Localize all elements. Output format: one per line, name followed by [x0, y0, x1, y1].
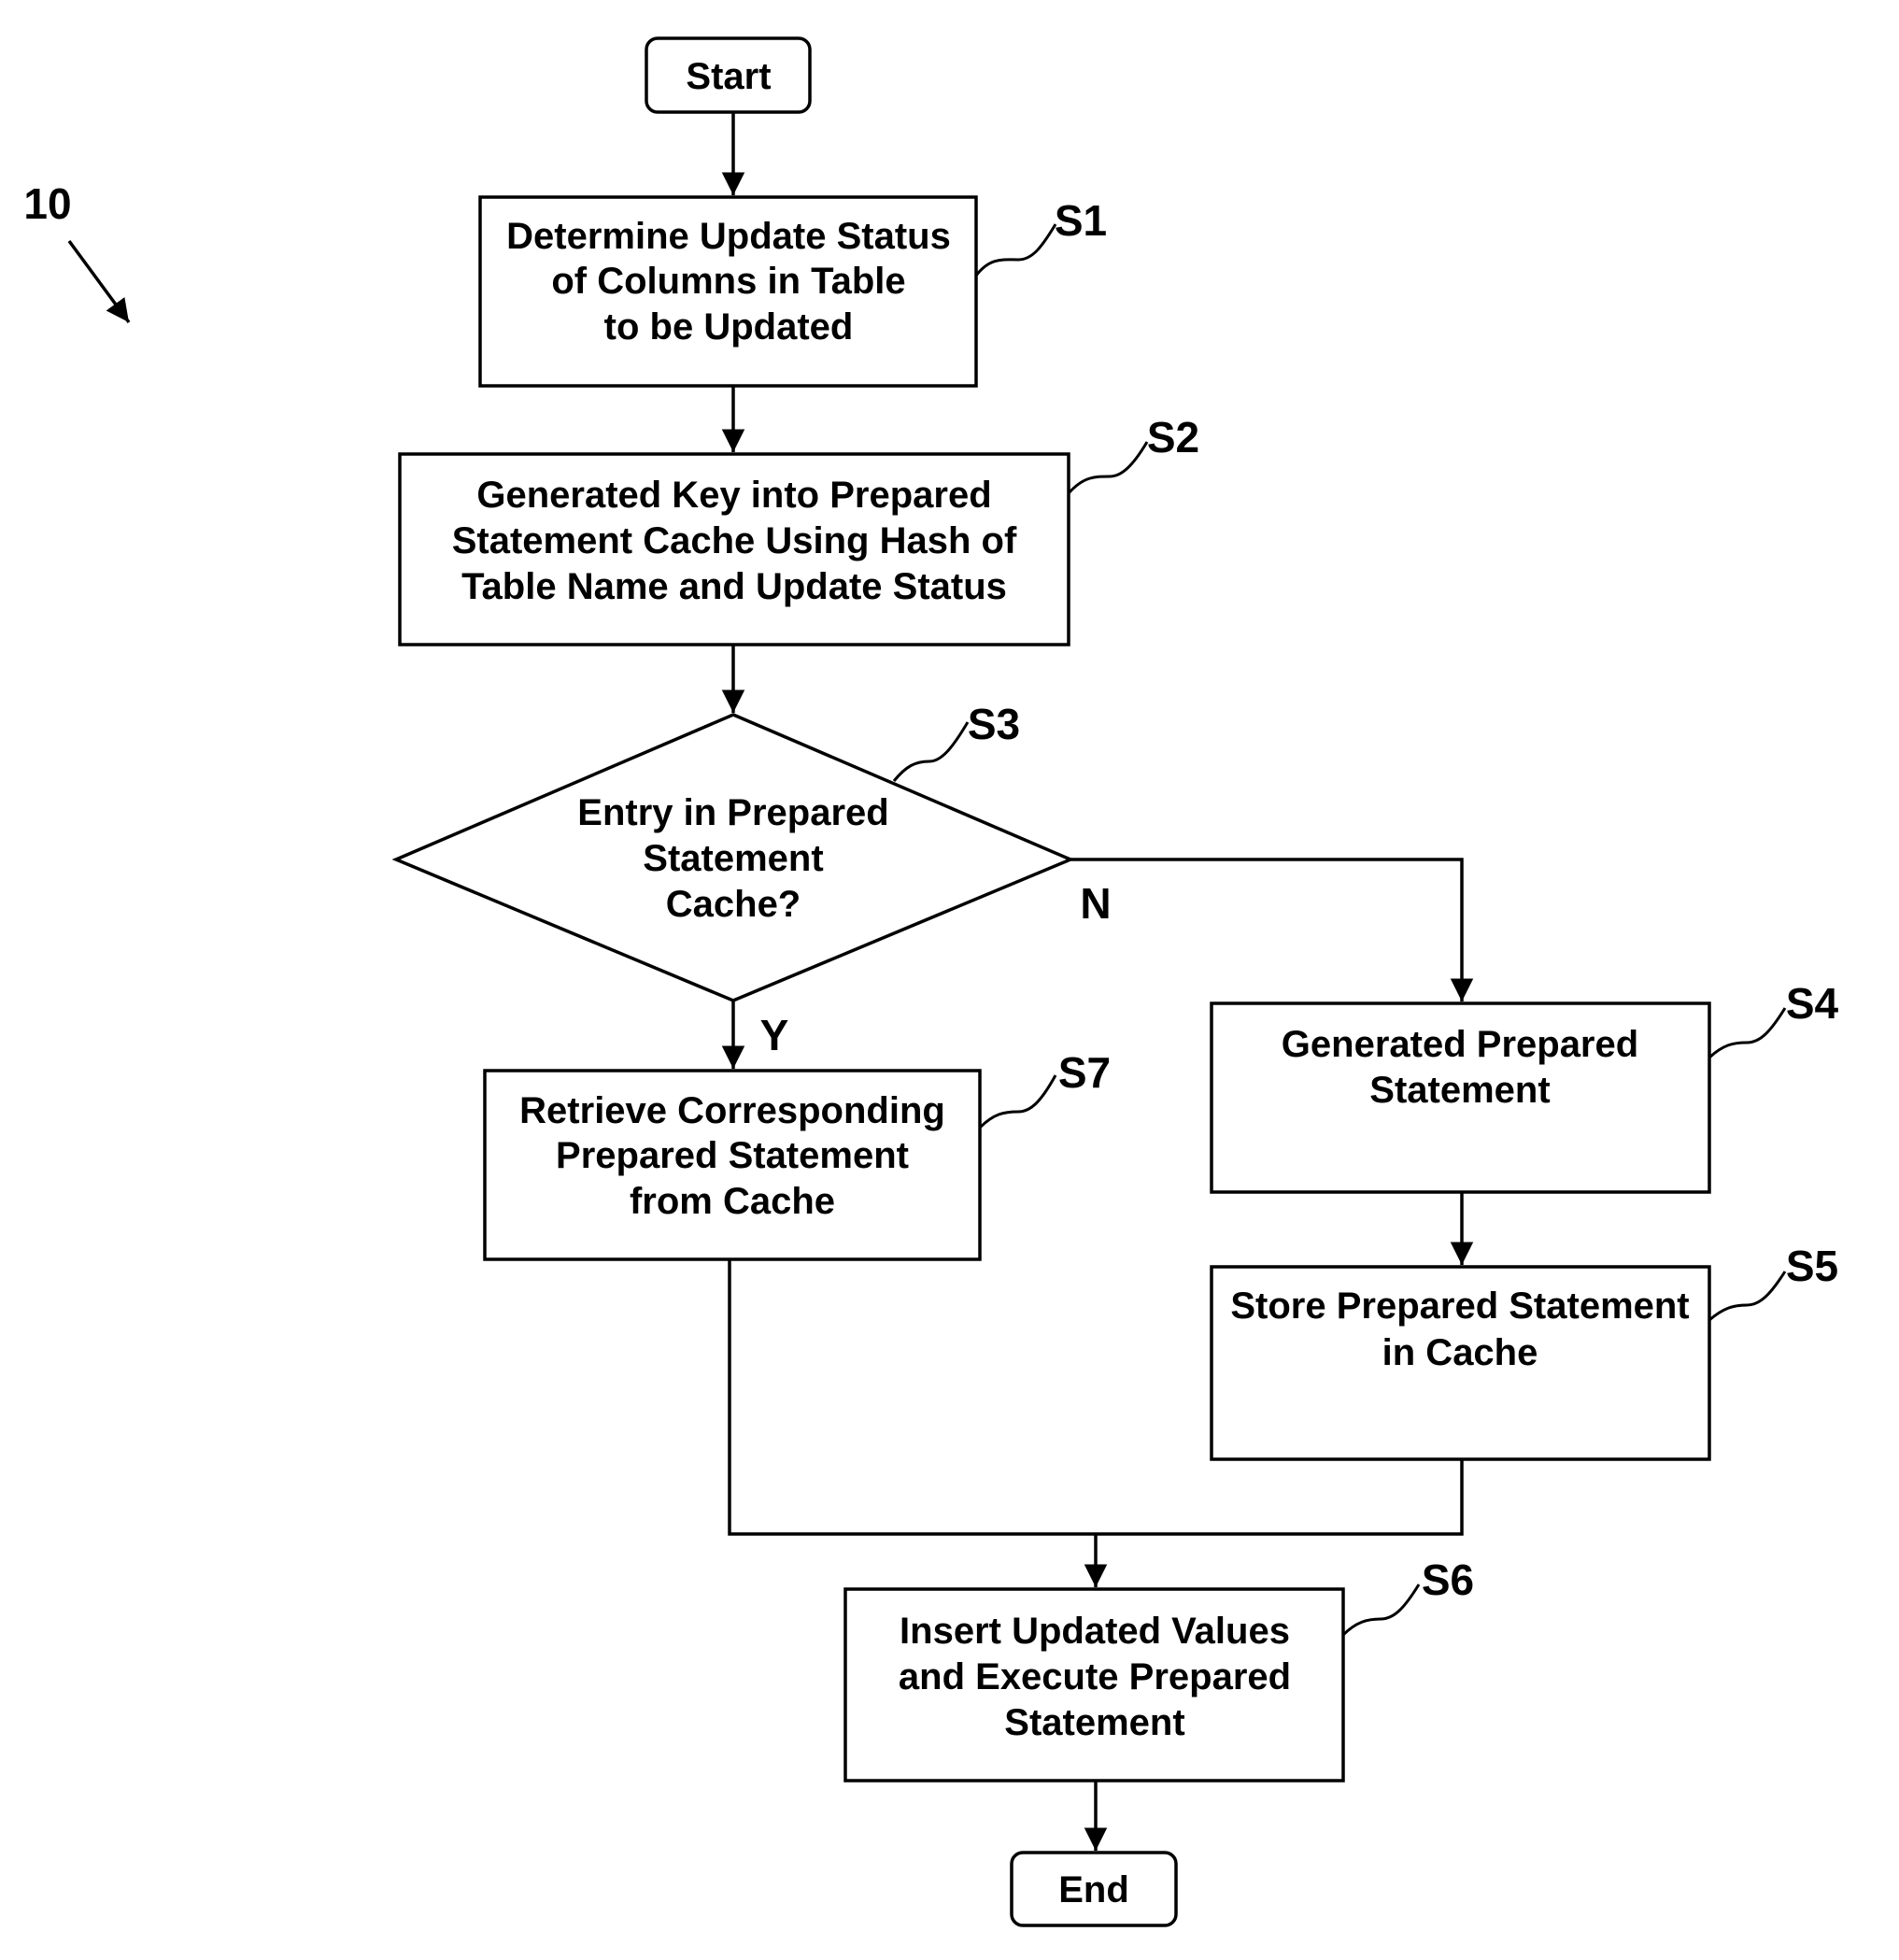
- step-s7-leader: [978, 1074, 1057, 1129]
- step-s2-leader: [1067, 441, 1149, 494]
- step-s4-line-2: Statement: [1369, 1070, 1550, 1111]
- step-s7-ref: S7: [1058, 1048, 1111, 1097]
- start-label: Start: [686, 56, 771, 97]
- step-s1-line-3: to be Updated: [604, 306, 854, 348]
- decision-s3-line-3: Cache?: [666, 884, 801, 925]
- decision-s3-ref: S3: [968, 700, 1020, 748]
- connector-s3-no-s4: [1070, 858, 1474, 1001]
- step-s7-line-3: from Cache: [630, 1181, 835, 1222]
- step-s7: Retrieve Corresponding Prepared Statemen…: [483, 1048, 1111, 1261]
- step-s4-ref: S4: [1786, 979, 1839, 1028]
- step-s1-line-1: Determine Update Status: [506, 216, 951, 257]
- end-node: End: [1010, 1851, 1178, 1927]
- step-s7-line-2: Prepared Statement: [556, 1135, 909, 1176]
- decision-s3: Entry in Prepared Statement Cache? S3 N …: [391, 700, 1112, 1059]
- decision-s3-line-1: Entry in Prepared: [577, 792, 888, 833]
- figure-reference-arrow: [67, 239, 131, 324]
- step-s5-leader: [1708, 1271, 1787, 1322]
- end-label: End: [1058, 1869, 1129, 1910]
- step-s4-leader: [1708, 1007, 1787, 1059]
- step-s6-line-1: Insert Updated Values: [900, 1611, 1290, 1652]
- step-s1-leader: [974, 223, 1057, 277]
- step-s6-ref: S6: [1422, 1555, 1474, 1604]
- step-s1-ref: S1: [1055, 196, 1107, 245]
- step-s2-line-1: Generated Key into Prepared: [476, 475, 991, 516]
- step-s5: Store Prepared Statement in Cache S5: [1210, 1242, 1838, 1461]
- step-s2-line-3: Table Name and Update Status: [461, 566, 1007, 607]
- step-s2: Generated Key into Prepared Statement Ca…: [398, 413, 1199, 646]
- step-s6-line-3: Statement: [1004, 1702, 1184, 1743]
- step-s4: Generated Prepared Statement S4: [1210, 979, 1839, 1194]
- decision-s3-line-2: Statement: [643, 838, 823, 879]
- step-s7-line-1: Retrieve Corresponding: [519, 1090, 945, 1131]
- step-s6-leader: [1341, 1584, 1421, 1637]
- start-node: Start: [645, 36, 812, 114]
- step-s1: Determine Update Status of Columns in Ta…: [478, 195, 1107, 388]
- decision-s3-leader: [892, 721, 970, 782]
- step-s1-line-2: of Columns in Table: [551, 261, 905, 302]
- figure-reference-number: 10: [23, 179, 71, 228]
- step-s5-line-2: in Cache: [1382, 1332, 1538, 1373]
- step-s4-line-1: Generated Prepared: [1282, 1024, 1638, 1065]
- flowchart: 10 Start Determine Update Status of Colu…: [23, 36, 1839, 1927]
- step-s2-ref: S2: [1147, 413, 1199, 462]
- step-s6: Insert Updated Values and Execute Prepar…: [843, 1555, 1474, 1782]
- step-s5-ref: S5: [1786, 1242, 1838, 1290]
- step-s5-line-1: Store Prepared Statement: [1230, 1285, 1689, 1327]
- decision-s3-no-label: N: [1080, 879, 1111, 928]
- decision-s3-yes-label: Y: [760, 1011, 789, 1059]
- step-s6-line-2: and Execute Prepared: [899, 1656, 1291, 1697]
- step-s2-line-2: Statement Cache Using Hash of: [452, 520, 1017, 561]
